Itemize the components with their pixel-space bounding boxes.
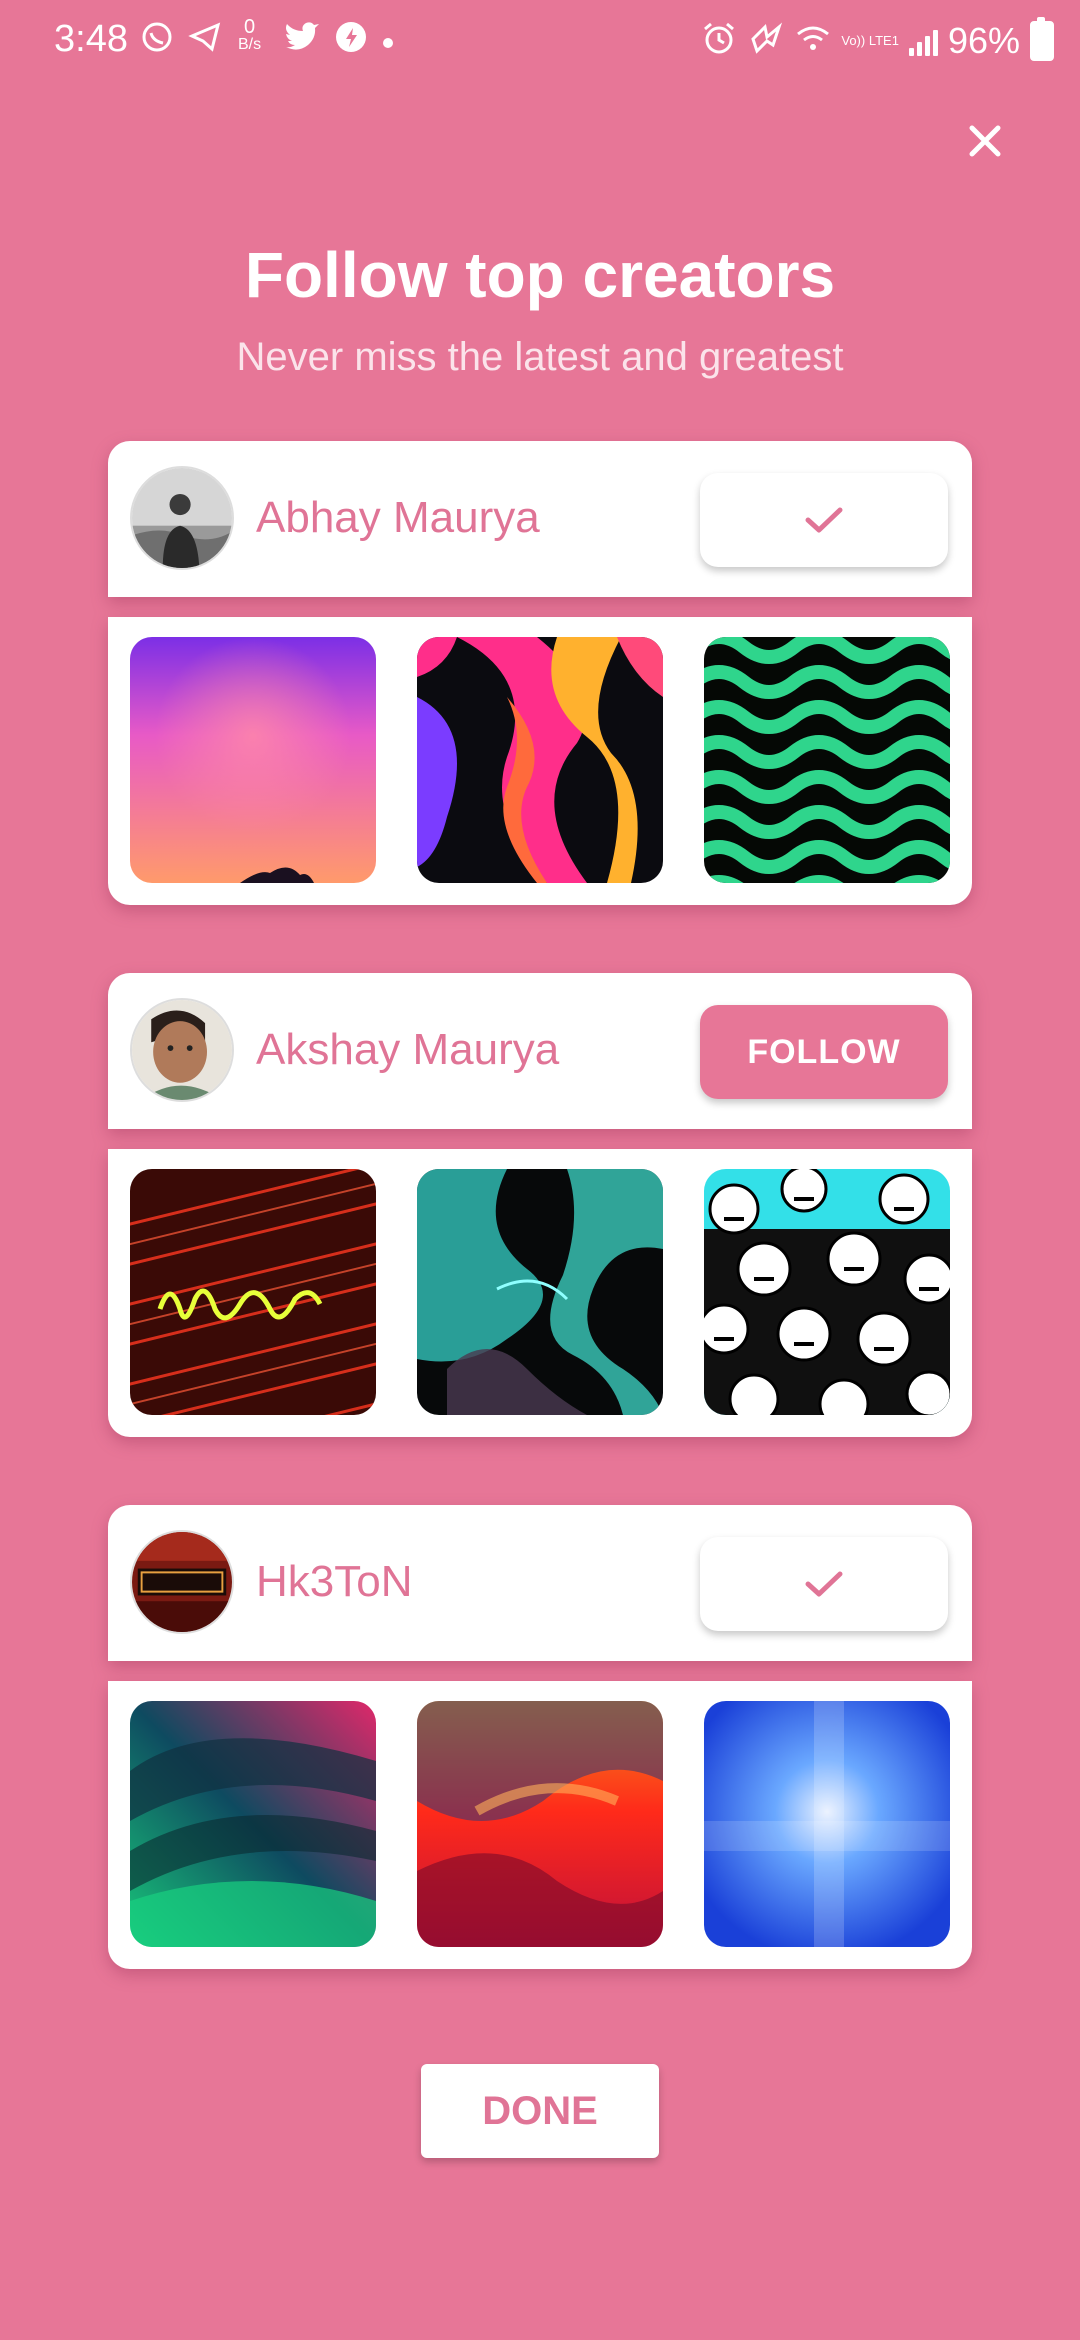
app-icon [334,20,368,60]
nfc-icon [747,21,785,62]
close-icon [969,125,1001,157]
wallpaper-row [108,1149,972,1437]
whatsapp-icon [140,20,174,60]
avatar[interactable] [130,998,234,1102]
avatar[interactable] [130,1530,234,1634]
wallpaper-thumbnail[interactable] [130,1701,376,1947]
wifi-icon [795,24,831,59]
page-title: Follow top creators [244,239,836,311]
avatar[interactable] [130,466,234,570]
creator-name[interactable]: Hk3ToN [256,1557,413,1607]
system-icons: Vo)) LTE1 96% [701,17,1054,64]
telegram-icon [188,20,222,60]
creator-card: Abhay Maurya [108,441,972,905]
check-icon [805,1571,843,1597]
wallpaper-thumbnail[interactable] [417,637,663,883]
creator-card: Hk3ToN [108,1505,972,1969]
done-button[interactable]: DONE [421,2064,659,2158]
network-speed: 0 B/s [238,16,262,53]
following-button[interactable] [700,473,948,567]
creator-header: Abhay Maurya [108,441,972,597]
lte-indicator: Vo)) LTE1 [841,33,899,48]
status-bar: 3:48 0 B/s Vo)) LTE1 96% [0,0,1080,84]
creator-card: Akshay Maurya FOLLOW [108,973,972,1437]
alarm-icon [701,21,737,62]
wallpaper-thumbnail[interactable] [130,1169,376,1415]
page-subtitle: Never miss the latest and greatest [236,335,844,379]
creator-header: Akshay Maurya FOLLOW [108,973,972,1129]
wallpaper-thumbnail[interactable] [704,637,950,883]
wallpaper-row [108,617,972,905]
wallpaper-row [108,1681,972,1969]
battery-percent: 96% [947,20,1020,61]
twitter-icon [284,21,320,59]
notification-icons-2 [284,18,394,62]
close-button[interactable] [962,118,1008,164]
follow-button[interactable]: FOLLOW [700,1005,948,1099]
creator-header: Hk3ToN [108,1505,972,1661]
wallpaper-thumbnail[interactable] [417,1701,663,1947]
signal-icon [908,26,938,56]
wallpaper-thumbnail[interactable] [130,637,376,883]
status-time: 3:48 [54,18,128,60]
creator-name[interactable]: Akshay Maurya [256,1025,559,1075]
battery-icon [1030,17,1054,61]
check-icon [805,507,843,533]
wallpaper-thumbnail[interactable] [417,1169,663,1415]
dot-icon [382,25,394,55]
notification-icons [140,18,222,62]
creator-name[interactable]: Abhay Maurya [256,493,540,543]
wallpaper-thumbnail[interactable] [704,1701,950,1947]
wallpaper-thumbnail[interactable] [704,1169,950,1415]
following-button[interactable] [700,1537,948,1631]
